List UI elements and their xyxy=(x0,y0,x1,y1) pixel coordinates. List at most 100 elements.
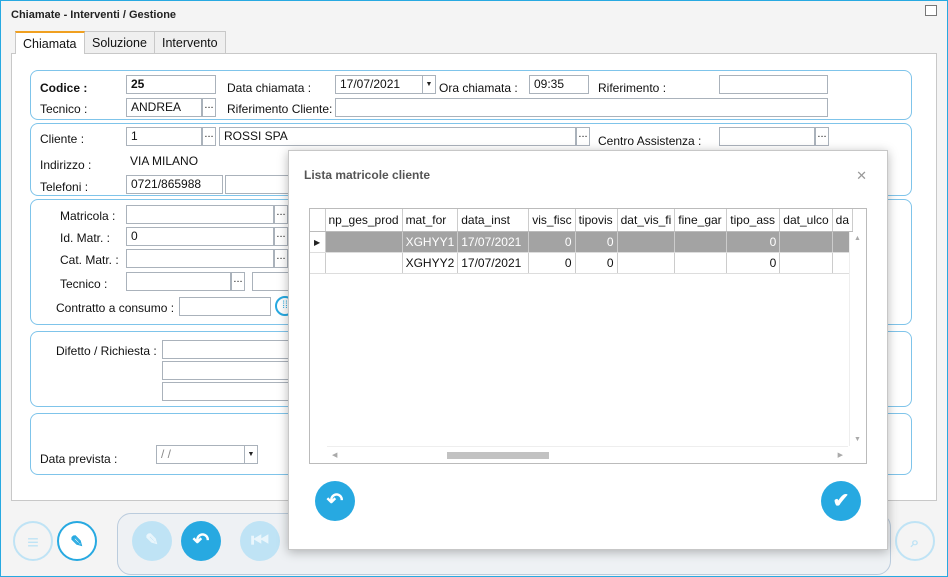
contratto-label: Contratto a consumo : xyxy=(56,301,175,315)
scroll-right-icon[interactable]: ▶ xyxy=(838,451,843,459)
cliente-name-lookup-button[interactable]: ... xyxy=(576,127,590,146)
tab-soluzione[interactable]: Soluzione xyxy=(84,31,155,53)
column-header[interactable]: data_inst xyxy=(457,209,530,232)
grid-cell[interactable]: XGHYY2 xyxy=(402,252,459,274)
id-matr-label: Id. Matr. : xyxy=(60,231,111,245)
grid-cell[interactable]: 17/07/2021 xyxy=(457,231,530,253)
id-matr-lookup-button[interactable]: ... xyxy=(274,227,288,246)
matricola-lookup-button[interactable]: ... xyxy=(274,205,288,224)
tecnico-label: Tecnico : xyxy=(40,102,88,116)
cat-matr-label: Cat. Matr. : xyxy=(60,253,119,267)
scroll-up-icon[interactable]: ▲ xyxy=(854,235,861,242)
grid-cell[interactable] xyxy=(779,231,833,253)
grid-cell[interactable] xyxy=(779,252,833,274)
tecnico2-label: Tecnico : xyxy=(60,277,108,291)
column-header[interactable]: da xyxy=(832,209,854,232)
centro-field[interactable] xyxy=(719,127,815,146)
grid-cell[interactable]: XGHYY1 xyxy=(402,231,459,253)
grid-cell[interactable]: 0 xyxy=(575,231,618,253)
vertical-scrollbar[interactable]: ▲ ▼ xyxy=(849,232,866,446)
matricola-field[interactable] xyxy=(126,205,274,224)
undo-icon[interactable]: ↶ xyxy=(315,481,355,521)
cliente-code-field[interactable]: 1 xyxy=(126,127,202,146)
grid-cell[interactable] xyxy=(674,231,728,253)
id-matr-field[interactable]: 0 xyxy=(126,227,274,246)
grid-cell[interactable]: 0 xyxy=(528,252,576,274)
chevron-down-icon[interactable]: ▼ xyxy=(422,76,435,93)
grid-cell[interactable] xyxy=(325,252,403,274)
telefoni-field[interactable]: 0721/865988 xyxy=(126,175,223,194)
table-row[interactable]: ▶ XGHYY1 17/07/2021 0 0 0 xyxy=(310,231,854,253)
column-header[interactable]: np_ges_prod xyxy=(325,209,403,232)
contratto-field[interactable] xyxy=(179,297,271,316)
column-header[interactable]: dat_ulco xyxy=(779,209,833,232)
dialog-title: Lista matricole cliente xyxy=(304,168,431,182)
tecnico-field[interactable]: ANDREA xyxy=(126,98,202,117)
column-header[interactable]: tipovis xyxy=(575,209,618,232)
grid-cell[interactable]: 0 xyxy=(575,252,618,274)
cliente-lookup-button[interactable]: ... xyxy=(202,127,216,146)
tab-intervento[interactable]: Intervento xyxy=(154,31,226,53)
scroll-down-icon[interactable]: ▼ xyxy=(854,436,861,443)
centro-label: Centro Assistenza : xyxy=(598,134,702,148)
difetto-line2[interactable] xyxy=(162,361,302,380)
column-header[interactable]: tipo_ass xyxy=(726,209,781,232)
indirizzo-label: Indirizzo : xyxy=(40,158,92,172)
tecnico-lookup-button[interactable]: ... xyxy=(202,98,216,117)
column-header[interactable]: mat_for xyxy=(402,209,459,232)
data-chiamata-value: 17/07/2021 xyxy=(340,77,401,91)
scroll-left-icon[interactable]: ◀ xyxy=(332,451,337,459)
check-icon[interactable]: ✔ xyxy=(821,481,861,521)
horizontal-scrollbar[interactable]: ◀ ▶ xyxy=(327,446,848,463)
cat-matr-field[interactable] xyxy=(126,249,274,268)
cliente-name-field[interactable]: ROSSI SPA xyxy=(219,127,576,146)
grid-cell[interactable]: 0 xyxy=(528,231,576,253)
tecnico2-code-field[interactable] xyxy=(126,272,231,291)
grid-cell[interactable]: 0 xyxy=(726,252,781,274)
maximize-button[interactable] xyxy=(925,5,937,16)
indirizzo-field[interactable]: VIA MILANO xyxy=(126,153,296,172)
difetto-line3[interactable] xyxy=(162,382,302,401)
grid-cell[interactable] xyxy=(617,231,676,253)
first-record-icon[interactable]: ⏮ xyxy=(240,521,280,561)
tecnico2-lookup-button[interactable]: ... xyxy=(231,272,245,291)
tecnico2-name-field[interactable] xyxy=(252,272,292,291)
list-icon[interactable]: ≡ xyxy=(13,521,53,561)
ora-chiamata-field[interactable]: 09:35 xyxy=(529,75,589,94)
grid-cell[interactable]: 17/07/2021 xyxy=(457,252,530,274)
telefoni2-field[interactable] xyxy=(225,175,295,194)
grid-cell[interactable] xyxy=(325,231,403,253)
codice-label: Codice : xyxy=(40,81,88,95)
grid-cell[interactable] xyxy=(674,252,728,274)
search-icon[interactable]: ⌕ xyxy=(895,521,935,561)
rif-cliente-field[interactable] xyxy=(335,98,828,117)
codice-field[interactable]: 25 xyxy=(126,75,216,94)
tab-chiamata[interactable]: Chiamata xyxy=(15,31,85,54)
horizontal-scroll-thumb[interactable] xyxy=(447,452,549,459)
cat-matr-lookup-button[interactable]: ... xyxy=(274,249,288,268)
chevron-down-icon[interactable]: ▼ xyxy=(244,446,257,463)
column-header[interactable]: dat_vis_fi xyxy=(617,209,676,232)
riferimento-field[interactable] xyxy=(719,75,828,94)
edit-icon[interactable]: ✎ xyxy=(57,521,97,561)
edit-document-icon[interactable]: ✎ xyxy=(132,521,172,561)
column-header[interactable]: fine_gar xyxy=(674,209,728,232)
matricola-label: Matricola : xyxy=(60,209,116,223)
column-header[interactable]: vis_fisc xyxy=(528,209,576,232)
row-indicator-icon: ▶ xyxy=(310,231,326,253)
close-icon[interactable]: ✕ xyxy=(856,168,867,184)
cliente-label: Cliente : xyxy=(40,132,85,146)
grid-cell[interactable] xyxy=(617,252,676,274)
data-chiamata-field[interactable]: 17/07/2021 ▼ xyxy=(335,75,436,94)
undo-icon[interactable]: ↶ xyxy=(181,521,221,561)
data-prevista-label: Data prevista : xyxy=(40,452,118,466)
data-prevista-value: / / xyxy=(161,447,172,461)
difetto-line1[interactable] xyxy=(162,340,302,359)
row-indicator xyxy=(310,252,326,274)
matricole-grid[interactable]: np_ges_prod mat_for data_inst vis_fisc t… xyxy=(309,208,867,464)
grid-cell[interactable]: 0 xyxy=(726,231,781,253)
data-prevista-field[interactable]: / / ▼ xyxy=(156,445,258,464)
table-row[interactable]: XGHYY2 17/07/2021 0 0 0 xyxy=(310,252,854,274)
difetto-label: Difetto / Richiesta : xyxy=(56,344,157,358)
centro-lookup-button[interactable]: ... xyxy=(815,127,829,146)
